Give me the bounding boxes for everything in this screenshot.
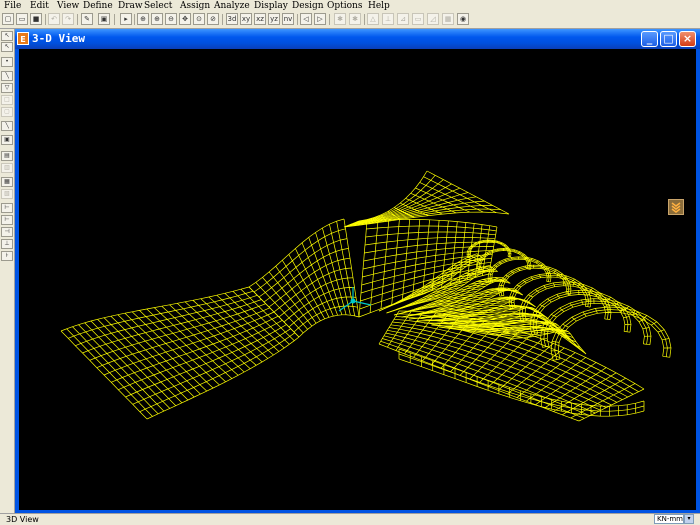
window-title: 3-D View [32, 32, 85, 45]
show-forces-icon[interactable]: ▭ [412, 13, 424, 25]
toolbar-separator [45, 14, 46, 25]
zoom-in-icon[interactable]: ⊕ [151, 13, 163, 25]
lock-icon[interactable]: ▣ [98, 13, 110, 25]
redo-icon[interactable]: ↷ [62, 13, 74, 25]
quick-draw-area-icon[interactable]: ▣ [1, 135, 13, 145]
clear-selection-icon[interactable]: ▦ [1, 177, 13, 187]
toolbar-separator [134, 14, 135, 25]
roller-support-icon[interactable]: ⊥ [1, 239, 13, 249]
menu-assign[interactable]: Assign [180, 0, 210, 12]
main-toolbar: ▢ ▭ ■ ↶ ↷ ✎ ▣ ▸ ⊕ ⊕ ⊖ ✥ ⊙ ⊘ 3d xy xz yz … [0, 12, 700, 29]
rotate-right-icon[interactable]: ▷ [314, 13, 326, 25]
quick-draw-frame-icon[interactable]: ╲ [1, 121, 13, 131]
open-file-icon[interactable]: ▭ [16, 13, 28, 25]
draw-point-icon[interactable]: • [1, 57, 13, 67]
close-button[interactable]: × [679, 31, 696, 47]
view-nv-button[interactable]: nv [282, 13, 294, 25]
fixed-support-icon[interactable]: ⊢ [1, 215, 13, 225]
menu-file[interactable]: File [4, 0, 21, 12]
toolbar-separator [222, 14, 223, 25]
menu-options[interactable]: Options [327, 0, 362, 12]
zoom-window-icon[interactable]: ⊕ [137, 13, 149, 25]
show-stress-icon[interactable]: ◿ [427, 13, 439, 25]
undo-icon[interactable]: ↶ [48, 13, 60, 25]
app-icon: E [17, 32, 29, 45]
view-yz-button[interactable]: yz [268, 13, 280, 25]
zoom-previous-icon[interactable]: ⊘ [207, 13, 219, 25]
view-window: E 3-D View _ □ × [15, 29, 700, 513]
maximize-button[interactable]: □ [660, 31, 677, 47]
pan-icon[interactable]: ✥ [179, 13, 191, 25]
left-toolbar: ↖ ↖ • ╲ ▽ □ ▢ ╲ ▣ ▤ ▥ ▦ ▧ ⊢ ⊢ ⊣ ⊥ ⊦ [0, 29, 15, 513]
toolbar-separator [297, 14, 298, 25]
toolbar-separator [114, 14, 115, 25]
menu-display[interactable]: Display [254, 0, 288, 12]
shrink-icon[interactable]: ✱ [349, 13, 361, 25]
restraint-icon[interactable]: ⊢ [1, 203, 13, 213]
save-icon[interactable]: ■ [30, 13, 42, 25]
units-dropdown-arrow-icon[interactable]: ▾ [684, 514, 694, 524]
menu-analyze[interactable]: Analyze [214, 0, 250, 12]
free-joint-icon[interactable]: ⊦ [1, 251, 13, 261]
view-xz-button[interactable]: xz [254, 13, 266, 25]
perspective-icon[interactable]: ✱ [334, 13, 346, 25]
menu-edit[interactable]: Edit [30, 0, 49, 12]
show-virtual-work-icon[interactable]: ▦ [442, 13, 454, 25]
menu-bar: File Edit View Define Draw Select Assign… [0, 0, 700, 12]
new-model-icon[interactable]: ▢ [2, 13, 14, 25]
model-viewport[interactable] [19, 49, 696, 510]
pinned-support-icon[interactable]: ⊣ [1, 227, 13, 237]
menu-select[interactable]: Select [144, 0, 172, 12]
show-undeformed-icon[interactable]: △ [367, 13, 379, 25]
units-dropdown[interactable]: KN-mm [654, 514, 684, 524]
show-deformed-icon[interactable]: ⊿ [397, 13, 409, 25]
menu-view[interactable]: View [57, 0, 79, 12]
menu-help[interactable]: Help [368, 0, 390, 12]
toolbar-separator [329, 14, 330, 25]
minimize-button[interactable]: _ [641, 31, 658, 47]
select-intersect-icon[interactable]: ▧ [1, 189, 13, 199]
zoom-fit-icon[interactable]: ⊙ [193, 13, 205, 25]
status-bar: 3D View KN-mm ▾ [0, 513, 700, 525]
menu-draw[interactable]: Draw [118, 0, 143, 12]
pencil-icon[interactable]: ✎ [81, 13, 93, 25]
view-xy-button[interactable]: xy [240, 13, 252, 25]
reshape-icon[interactable]: ↖ [1, 42, 13, 52]
menu-design[interactable]: Design [292, 0, 324, 12]
status-text: 3D View [6, 515, 39, 524]
select-all-icon[interactable]: ▤ [1, 151, 13, 161]
draw-frame-icon[interactable]: ╲ [1, 71, 13, 81]
view-3d-button[interactable]: 3d [226, 13, 238, 25]
show-loads-icon[interactable]: ⊥ [382, 13, 394, 25]
draw-solid-icon[interactable]: ▢ [1, 107, 13, 117]
rotate-left-icon[interactable]: ◁ [300, 13, 312, 25]
toolbar-separator [364, 14, 365, 25]
menu-define[interactable]: Define [83, 0, 113, 12]
toolbar-separator [77, 14, 78, 25]
zoom-out-icon[interactable]: ⊖ [165, 13, 177, 25]
draw-area-icon[interactable]: ▽ [1, 83, 13, 93]
structure-wireframe [60, 170, 672, 422]
run-analysis-icon[interactable]: ▸ [120, 13, 132, 25]
window-title-bar[interactable]: E 3-D View _ □ × [15, 29, 700, 49]
select-previous-icon[interactable]: ▥ [1, 163, 13, 173]
pointer-icon[interactable]: ↖ [1, 31, 13, 41]
set-display-options-icon[interactable]: ◉ [457, 13, 469, 25]
draw-rect-area-icon[interactable]: □ [1, 95, 13, 105]
chevron-down-icon[interactable] [668, 199, 684, 215]
